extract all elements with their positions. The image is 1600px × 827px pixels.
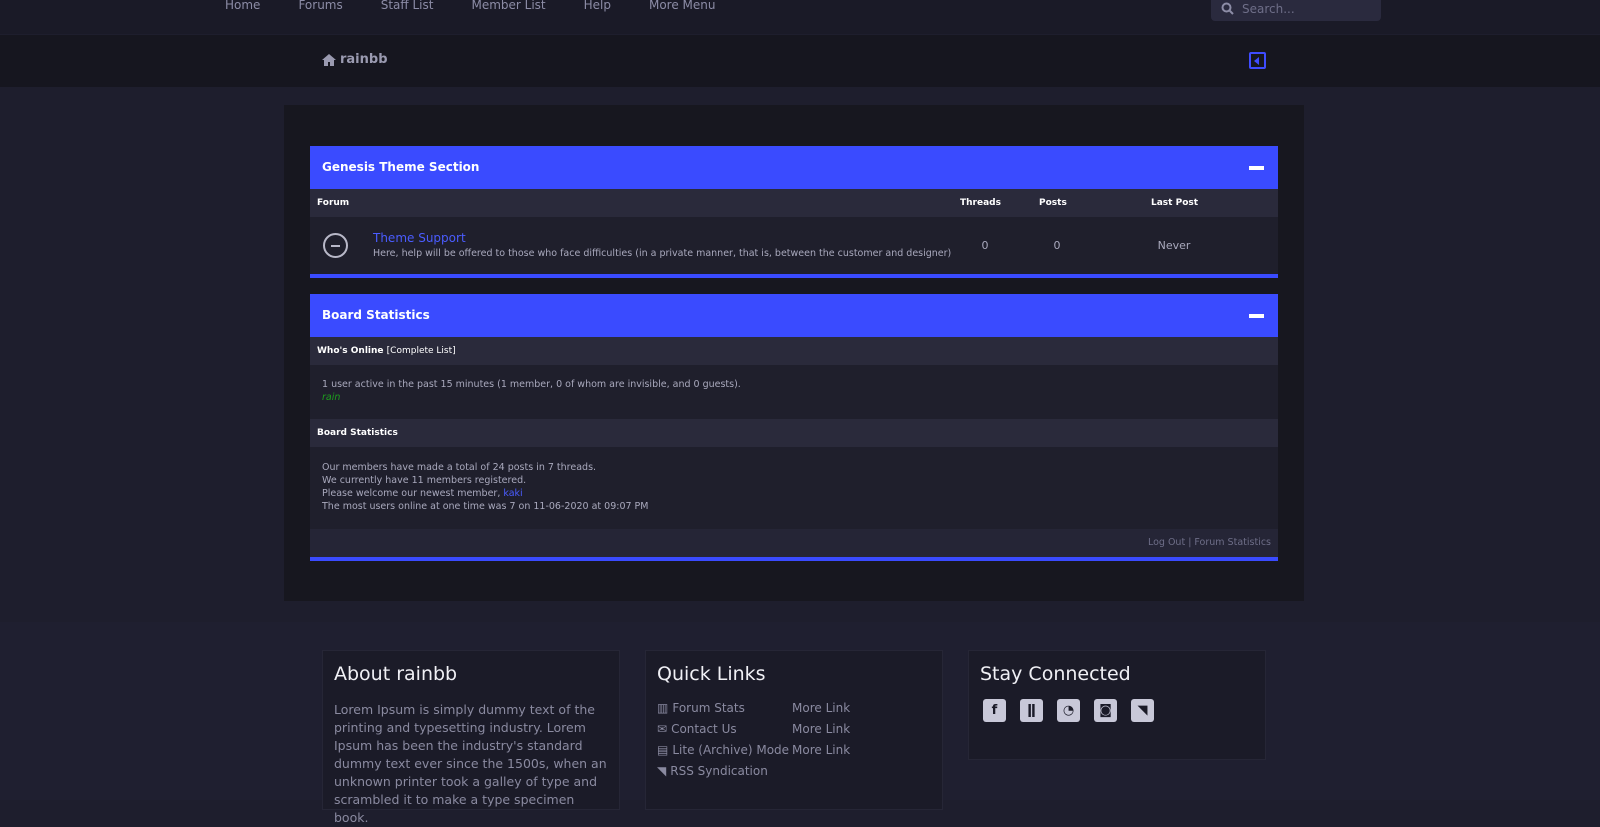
category-title[interactable]: Genesis Theme Section: [322, 160, 479, 174]
more-link[interactable]: More Link: [792, 701, 892, 715]
nav-more-menu[interactable]: More Menu: [649, 0, 716, 12]
last-post: Never: [1157, 239, 1191, 252]
nav-help[interactable]: Help: [584, 0, 611, 12]
rss-icon[interactable]: ◥: [1131, 699, 1154, 722]
about-box: About rainbb Lorem Ipsum is simply dummy…: [322, 650, 620, 825]
complete-list-link[interactable]: [Complete List]: [387, 346, 456, 356]
forum-status-icon: [323, 233, 348, 258]
forum-description: Here, help will be offered to those who …: [373, 248, 952, 259]
col-threads: Threads: [960, 198, 1001, 208]
search-icon: [1221, 2, 1234, 15]
breadcrumb-bar: rainbb: [0, 35, 1600, 87]
home-icon: [322, 53, 336, 66]
nav-staff-list[interactable]: Staff List: [381, 0, 434, 12]
quick-links-box: Quick Links ▥ Forum Stats More Link ✉ Cont…: [645, 650, 943, 810]
rss-icon: ◥: [657, 764, 667, 778]
stats-label: Board Statistics: [317, 428, 398, 438]
newest-member-link[interactable]: kaki: [503, 488, 522, 499]
about-text: Lorem Ipsum is simply dummy text of the …: [334, 702, 607, 825]
discord-icon[interactable]: ◙: [1094, 699, 1117, 722]
table-row: Theme Support Here, help will be offered…: [310, 217, 1278, 274]
sidebar-toggle-icon[interactable]: [1249, 52, 1266, 69]
link-forum-stats[interactable]: ▥ Forum Stats: [657, 701, 792, 715]
link-lite-mode[interactable]: ▤ Lite (Archive) Mode: [657, 743, 792, 757]
nav-home[interactable]: Home: [225, 0, 260, 12]
search-placeholder: Search...: [1242, 1, 1295, 16]
stats-line: Our members have made a total of 24 post…: [322, 462, 597, 473]
stats-line: Please welcome our newest member,: [322, 488, 504, 499]
col-last-post: Last Post: [1151, 198, 1199, 208]
site-footer: About rainbb Lorem Ipsum is simply dummy…: [0, 622, 1600, 825]
archive-icon: ▤: [657, 743, 669, 757]
breadcrumb[interactable]: rainbb: [322, 52, 388, 67]
collapse-icon[interactable]: [1249, 314, 1264, 318]
col-posts: Posts: [1039, 198, 1067, 208]
nav-forums[interactable]: Forums: [298, 0, 342, 12]
more-link[interactable]: More Link: [792, 743, 892, 757]
more-link[interactable]: More Link: [792, 722, 892, 736]
link-contact-us[interactable]: ✉ Contact Us: [657, 722, 792, 736]
search-input[interactable]: Search...: [1211, 0, 1381, 21]
collapse-icon[interactable]: [1249, 166, 1264, 170]
link-rss[interactable]: ◥ RSS Syndication: [657, 764, 792, 778]
twitch-icon[interactable]: ǁ: [1020, 699, 1043, 722]
whos-online-label: Who's Online: [317, 346, 384, 356]
nav-member-list[interactable]: Member List: [471, 0, 545, 12]
online-user[interactable]: rain: [322, 391, 1266, 404]
stats-line: We currently have 11 members registered.: [322, 475, 527, 486]
chart-icon: ▥: [657, 701, 669, 715]
board-statistics: Board Statistics Who's Online [Complete …: [310, 294, 1278, 561]
forum-category: Genesis Theme Section Forum Threads Post…: [310, 146, 1278, 278]
col-forum: Forum: [317, 198, 350, 208]
breadcrumb-home: rainbb: [340, 52, 388, 67]
stats-title: Board Statistics: [322, 308, 430, 322]
stay-connected-box: Stay Connected f ǁ ◔ ◙ ◥: [968, 650, 1266, 760]
quick-links-title: Quick Links: [657, 663, 766, 685]
footer-links[interactable]: Log Out | Forum Statistics: [1148, 537, 1271, 548]
about-title: About rainbb: [334, 663, 458, 685]
post-count: 0: [1053, 239, 1061, 252]
thread-count: 0: [981, 239, 989, 252]
steam-icon[interactable]: ◔: [1057, 699, 1080, 722]
forum-link[interactable]: Theme Support: [373, 231, 466, 245]
contact-icon: ✉: [657, 722, 668, 736]
main-content: Genesis Theme Section Forum Threads Post…: [284, 105, 1304, 601]
top-nav: Home Forums Staff List Member List Help …: [0, 0, 1600, 34]
stats-line: The most users online at one time was 7 …: [322, 501, 649, 512]
online-summary: 1 user active in the past 15 minutes (1 …: [322, 379, 741, 390]
facebook-icon[interactable]: f: [983, 699, 1006, 722]
stay-connected-title: Stay Connected: [980, 663, 1131, 685]
